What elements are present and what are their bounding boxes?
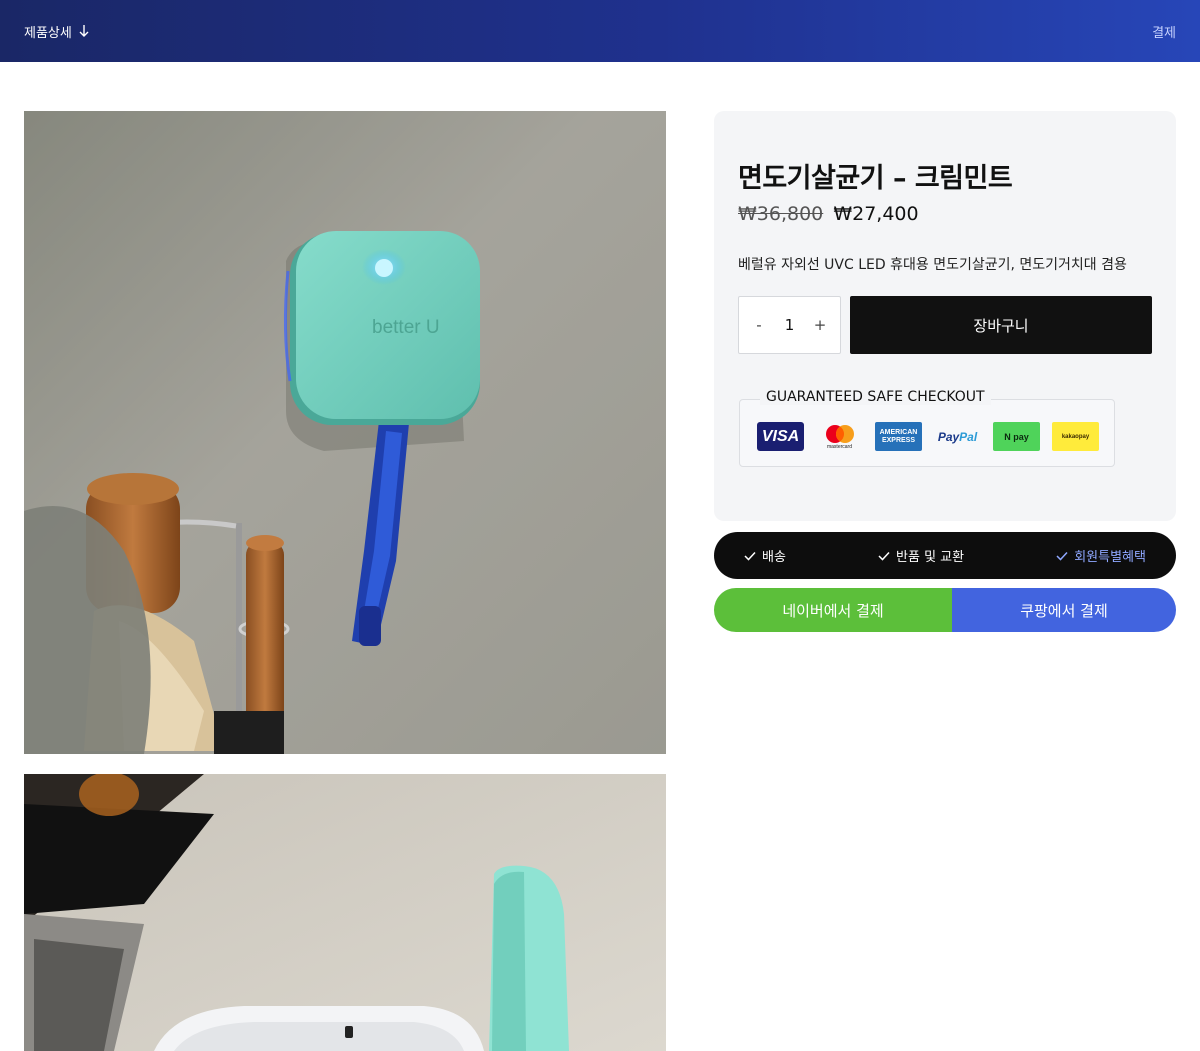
checkout-link[interactable]: 결제 bbox=[1152, 22, 1176, 41]
product-title: 면도기살균기 – 크림민트 bbox=[738, 163, 1013, 194]
check-icon bbox=[1056, 551, 1068, 561]
benefit-member-label: 회원특별혜택 bbox=[1074, 550, 1146, 565]
npay-logo: N pay bbox=[993, 422, 1040, 451]
mastercard-text: mastercard bbox=[826, 443, 852, 450]
benefits-bar: 배송 반품 및 교환 회원특별혜택 bbox=[714, 532, 1176, 579]
mastercard-logo: mastercard bbox=[816, 422, 863, 451]
check-icon bbox=[878, 551, 890, 561]
payment-logos: VISA mastercard AMERICAN EXPRESS Pay Pal … bbox=[757, 422, 1099, 451]
price-block: ₩36,800 ₩27,400 bbox=[738, 203, 919, 225]
product-info-card: 면도기살균기 – 크림민트 ₩36,800 ₩27,400 베럴유 자외선 UV… bbox=[714, 111, 1176, 521]
quantity-increase-button[interactable]: + bbox=[812, 316, 828, 334]
quantity-decrease-button[interactable]: - bbox=[751, 316, 767, 334]
amex-text-1: AMERICAN bbox=[879, 428, 918, 436]
benefit-returns[interactable]: 반품 및 교환 bbox=[878, 546, 964, 565]
add-to-cart-button[interactable]: 장바구니 bbox=[850, 296, 1152, 354]
paypal-text-b: Pal bbox=[959, 429, 978, 444]
naver-pay-button[interactable]: 네이버에서 결제 bbox=[714, 588, 952, 632]
benefit-member[interactable]: 회원특별혜택 bbox=[1056, 546, 1146, 565]
product-detail-menu[interactable]: 제품상세 bbox=[24, 22, 90, 41]
product-image-main[interactable]: better U bbox=[24, 111, 666, 754]
kakaopay-logo: kakaopay bbox=[1052, 422, 1099, 451]
sale-price: ₩27,400 bbox=[833, 203, 919, 225]
paypal-text-a: Pay bbox=[937, 429, 960, 444]
visa-logo: VISA bbox=[757, 422, 804, 451]
benefit-returns-label: 반품 및 교환 bbox=[896, 550, 965, 565]
amex-text-2: EXPRESS bbox=[881, 436, 916, 444]
top-bar: 제품상세 결제 bbox=[0, 0, 1200, 62]
product-image-secondary[interactable] bbox=[24, 774, 666, 1051]
safe-checkout-box: GUARANTEED SAFE CHECKOUT VISA mastercard… bbox=[739, 389, 1115, 467]
paypal-logo: Pay Pal bbox=[934, 422, 981, 451]
coupang-pay-button[interactable]: 쿠팡에서 결제 bbox=[952, 588, 1176, 632]
amex-logo: AMERICAN EXPRESS bbox=[875, 422, 922, 451]
quantity-input[interactable]: 1 bbox=[785, 316, 795, 334]
product-description: 베럴유 자외선 UVC LED 휴대용 면도기살균기, 면도기거치대 겸용 bbox=[738, 257, 1127, 273]
benefit-shipping[interactable]: 배송 bbox=[744, 546, 786, 565]
check-icon bbox=[744, 551, 756, 561]
arrow-down-icon bbox=[79, 25, 89, 37]
image-brand-text: better U bbox=[372, 317, 440, 338]
product-detail-label: 제품상세 bbox=[24, 25, 72, 41]
quantity-stepper: - 1 + bbox=[738, 296, 841, 354]
safe-checkout-label: GUARANTEED SAFE CHECKOUT bbox=[760, 389, 991, 405]
benefit-shipping-label: 배송 bbox=[762, 550, 786, 565]
original-price: ₩36,800 bbox=[738, 203, 824, 225]
external-payment-buttons: 네이버에서 결제 쿠팡에서 결제 bbox=[714, 588, 1176, 632]
